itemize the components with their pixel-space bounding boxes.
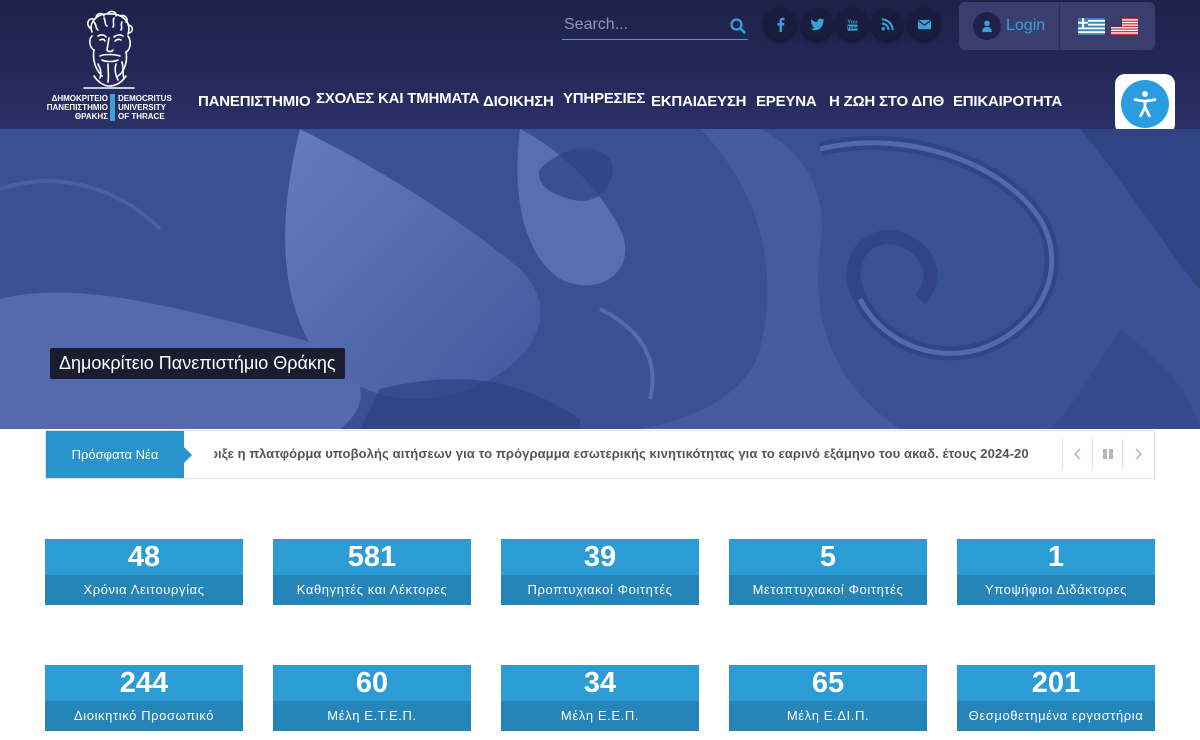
login-button[interactable]: Login: [973, 12, 1045, 40]
us-flag-icon[interactable]: [1111, 18, 1138, 35]
site-header: ΔΗΜΟΚΡΙΤΕΙΟ ΠΑΝΕΠΙΣΤΗΜΙΟ ΘΡΑΚΗΣ DEMOCRIT…: [0, 0, 1200, 134]
stat-label: Υποψήφιοι Διδάκτορες: [957, 575, 1155, 605]
stat-value: 581: [347, 541, 397, 573]
stat-label: Θεσμοθετημένα εργαστήρια: [957, 701, 1155, 731]
search-box: [562, 12, 748, 40]
stat-value: 5: [819, 541, 837, 573]
svg-text:Tube: Tube: [847, 25, 858, 30]
stat-value: 201: [1031, 667, 1081, 699]
twitter-icon: [809, 18, 825, 30]
youtube-link[interactable]: You Tube: [836, 8, 868, 40]
stat-label: Μέλη Ε.Ε.Π.: [501, 701, 699, 731]
hero-banner: Δημοκρίτειο Πανεπιστήμιο Θράκης: [0, 129, 1200, 429]
nav-item-administration[interactable]: ΔΙΟΙΚΗΣΗ: [483, 93, 554, 110]
nav-item-education[interactable]: ΕΚΠΑΙΔΕΥΣΗ: [651, 93, 746, 110]
stat-card: 65 Μέλη Ε.ΔΙ.Π.: [729, 665, 927, 731]
news-ticker: Πρόσφατα Νέα οιξε η πλατφόρμα υποβολής α…: [45, 430, 1155, 479]
stat-value: 60: [355, 667, 389, 699]
facebook-icon: [777, 17, 785, 32]
accessibility-button[interactable]: [1115, 74, 1175, 134]
stat-label: Μέλη Ε.ΔΙ.Π.: [729, 701, 927, 731]
stat-label: Χρόνια Λειτουργίας: [45, 575, 243, 605]
pause-icon: [1102, 449, 1113, 459]
search-icon[interactable]: [730, 18, 746, 34]
stat-value: 34: [583, 667, 617, 699]
ticker-prev-button[interactable]: [1062, 439, 1092, 469]
stat-value: 65: [811, 667, 845, 699]
stat-value: 244: [119, 667, 169, 699]
stat-label: Διοικητικό Προσωπικό: [45, 701, 243, 731]
nav-item-university[interactable]: ΠΑΝΕΠΙΣΤΗΜΙΟ: [198, 93, 311, 110]
youtube-icon: You Tube: [847, 19, 858, 31]
stat-card: 48 Χρόνια Λειτουργίας: [45, 539, 243, 605]
stat-value: 1: [1047, 541, 1065, 573]
stat-card: 34 Μέλη Ε.Ε.Π.: [501, 665, 699, 731]
ticker-controls: [1062, 439, 1154, 469]
greek-flag-icon[interactable]: [1078, 18, 1105, 35]
login-divider: [1059, 2, 1060, 50]
hero-caption: Δημοκρίτειο Πανεπιστήμιο Θράκης: [50, 348, 345, 379]
twitter-link[interactable]: [801, 8, 833, 40]
ticker-text-viewport: οιξε η πλατφόρμα υποβολής αιτήσεων για τ…: [214, 431, 1056, 478]
rss-icon: [881, 17, 894, 30]
stat-value: 48: [127, 541, 161, 573]
stat-card: 5 Μεταπτυχιακοί Φοιτητές: [729, 539, 927, 605]
login-language-panel: Login: [959, 2, 1155, 50]
stat-card: 201 Θεσμοθετημένα εργαστήρια: [957, 665, 1155, 731]
main-navigation: ΠΑΝΕΠΙΣΤΗΜΙΟ ΣΧΟΛΕΣ ΚΑΙ ΤΜΗΜΑΤΑ ΔΙΟΙΚΗΣΗ…: [0, 89, 1100, 115]
ticker-next-button[interactable]: [1122, 439, 1152, 469]
accessibility-icon: [1121, 80, 1169, 128]
stat-card: 244 Διοικητικό Προσωπικό: [45, 665, 243, 731]
stat-label: Μέλη Ε.Τ.Ε.Π.: [273, 701, 471, 731]
stat-card: 1 Υποψήφιοι Διδάκτορες: [957, 539, 1155, 605]
stat-label: Καθηγητές και Λέκτορες: [273, 575, 471, 605]
envelope-icon: [917, 19, 931, 29]
nav-item-services[interactable]: ΥΠΗΡΕΣΙΕΣ: [563, 90, 645, 107]
chevron-left-icon: [1073, 448, 1081, 460]
stat-label: Μεταπτυχιακοί Φοιτητές: [729, 575, 927, 605]
stat-value: 39: [583, 541, 617, 573]
chevron-right-icon: [1134, 448, 1142, 460]
login-label: Login: [1006, 17, 1046, 34]
stat-card: 581 Καθηγητές και Λέκτορες: [273, 539, 471, 605]
democritus-head-logo-icon: [83, 10, 135, 89]
nav-item-research[interactable]: ΕΡΕΥΝΑ: [756, 93, 817, 110]
search-input[interactable]: [562, 12, 722, 38]
stat-card: 39 Προπτυχιακοί Φοιτητές: [501, 539, 699, 605]
ticker-news-link[interactable]: οιξε η πλατφόρμα υποβολής αιτήσεων για τ…: [214, 446, 1029, 461]
rss-link[interactable]: [871, 8, 903, 40]
statue-image: [0, 129, 1200, 429]
facebook-link[interactable]: [764, 8, 796, 40]
ticker-label: Πρόσφατα Νέα: [46, 431, 192, 478]
nav-item-news[interactable]: ΕΠΙΚΑΙΡΟΤΗΤΑ: [953, 93, 1062, 110]
email-link[interactable]: [908, 8, 940, 40]
stat-label: Προπτυχιακοί Φοιτητές: [501, 575, 699, 605]
nav-item-schools-departments[interactable]: ΣΧΟΛΕΣ ΚΑΙ ΤΜΗΜΑΤΑ: [316, 90, 480, 107]
ticker-pause-button[interactable]: [1092, 439, 1122, 469]
stat-card: 60 Μέλη Ε.Τ.Ε.Π.: [273, 665, 471, 731]
nav-item-life-at-duth[interactable]: Η ΖΩΗ ΣΤΟ ΔΠΘ: [829, 93, 944, 110]
user-icon: [973, 12, 1001, 40]
